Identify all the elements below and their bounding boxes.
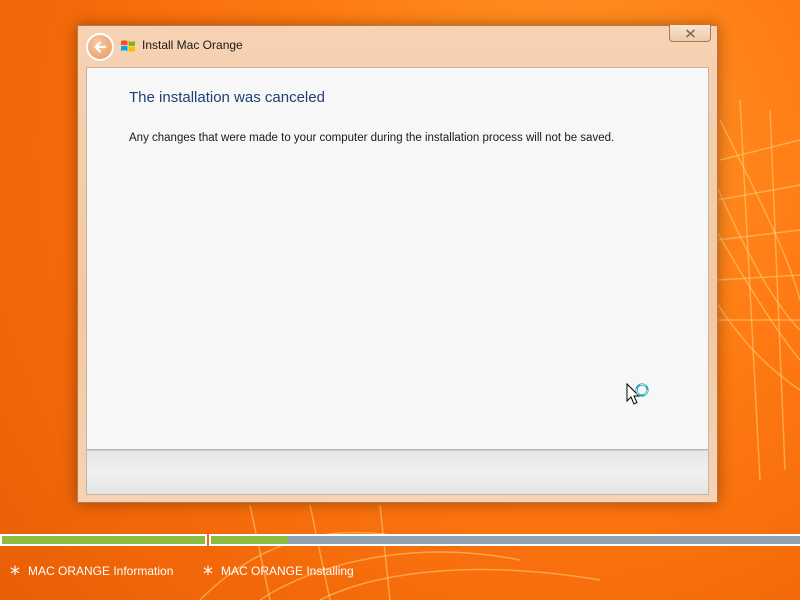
close-icon	[685, 28, 695, 38]
close-button[interactable]	[669, 25, 711, 42]
star-icon: *	[10, 562, 20, 586]
step-installing: * MAC ORANGE Installing	[203, 558, 354, 584]
page-title: The installation was canceled	[129, 89, 325, 106]
busy-cursor-icon	[626, 382, 649, 405]
step-information: * MAC ORANGE Information	[10, 558, 173, 584]
installer-window: Install Mac Orange The installation was …	[77, 25, 718, 503]
progress-track-installing	[211, 536, 800, 544]
content-panel: The installation was canceled Any change…	[86, 67, 709, 450]
back-arrow-icon	[94, 41, 107, 53]
star-icon: *	[203, 562, 213, 586]
progress-segment-installing	[209, 534, 800, 546]
progress-segment-information	[0, 534, 207, 546]
cancel-message: Any changes that were made to your compu…	[129, 132, 615, 144]
window-title: Install Mac Orange	[142, 38, 243, 52]
button-footer	[86, 450, 709, 495]
step-label-information: MAC ORANGE Information	[28, 564, 174, 578]
progress-fill-installing	[211, 536, 288, 544]
windows-logo-icon	[121, 40, 135, 52]
title-bar: Install Mac Orange	[78, 25, 717, 66]
progress-fill-information	[2, 536, 205, 544]
back-button[interactable]	[86, 33, 114, 61]
step-label-installing: MAC ORANGE Installing	[221, 564, 354, 578]
setup-progress-bar	[0, 534, 800, 546]
